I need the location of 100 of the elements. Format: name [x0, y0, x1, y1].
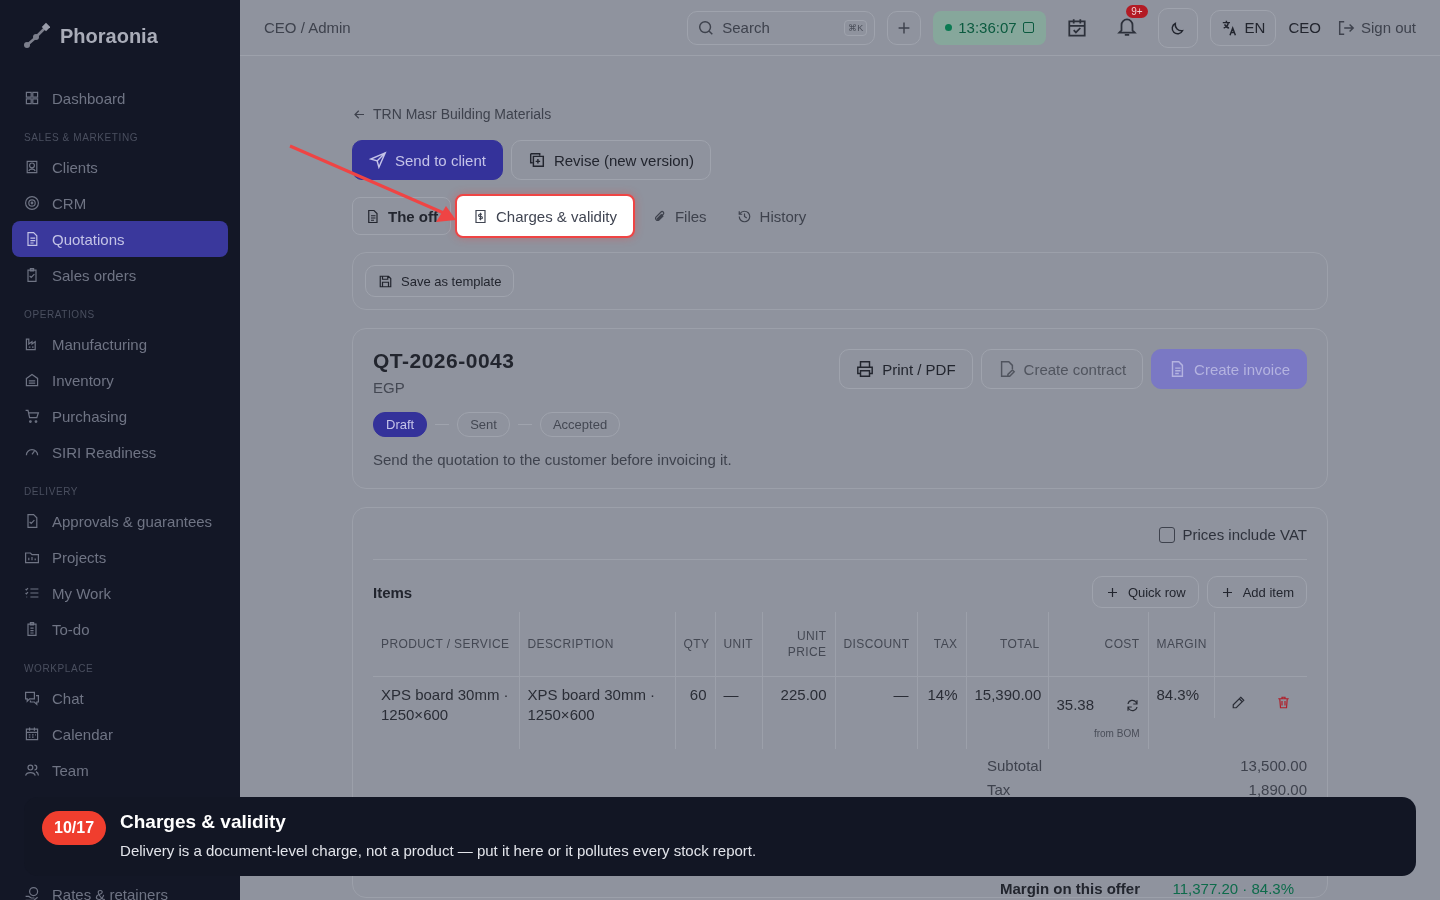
- tab[interactable]: History: [723, 197, 820, 235]
- quote-number: QT-2026-0043: [373, 349, 515, 373]
- timer-button[interactable]: 13:36:07: [933, 10, 1046, 45]
- column-header: COST: [1048, 612, 1148, 677]
- search-icon: [697, 18, 716, 37]
- quick-row-button[interactable]: Quick row: [1091, 576, 1199, 608]
- items-title: Items: [373, 583, 413, 601]
- sidebar-item[interactable]: Clients: [12, 149, 228, 185]
- sidebar-item[interactable]: Purchasing: [12, 398, 228, 434]
- checklist-icon: [24, 585, 40, 601]
- total-label: Subtotal: [987, 756, 1043, 776]
- back-link[interactable]: TRN Masr Building Materials: [352, 100, 1328, 128]
- document-icon: [24, 231, 40, 247]
- column-header: DESCRIPTION: [519, 612, 675, 677]
- add-item-button[interactable]: Add item: [1206, 576, 1307, 608]
- cost-note: from BOM: [1092, 727, 1140, 741]
- history-icon: [736, 208, 752, 224]
- table-cell: XPS board 30mm · 1250×600: [519, 676, 675, 749]
- people-icon: [24, 762, 40, 778]
- user-role: CEO: [1288, 19, 1321, 36]
- shortcut-hint: ⌘K: [844, 19, 868, 36]
- tour-description: Delivery is a document-level charge, not a product — put it here or it pollutes every stock report.: [120, 842, 757, 859]
- sidebar-item[interactable]: Projects: [12, 539, 228, 575]
- sidebar-item[interactable]: Dashboard: [12, 80, 228, 116]
- status-hint: Send the quotation to the customer before invoicing it.: [373, 451, 733, 468]
- revise-button[interactable]: Revise (new version): [510, 140, 711, 180]
- table-cell: 225.00: [762, 676, 835, 749]
- column-header: TAX: [917, 612, 966, 677]
- column-header: MARGIN: [1148, 612, 1214, 677]
- grid-icon: [24, 90, 40, 106]
- status-step: Sent: [457, 412, 510, 437]
- sidebar-item[interactable]: To-do: [12, 611, 228, 647]
- vat-checkbox[interactable]: Prices include VAT: [1158, 526, 1307, 543]
- sidebar-item[interactable]: Quotations: [12, 221, 228, 257]
- currency: EGP: [373, 379, 406, 396]
- status-step: Draft: [373, 412, 428, 437]
- chat-icon: [24, 690, 40, 706]
- save-template-button[interactable]: Save as template: [365, 265, 515, 297]
- section-heading: OPERATIONS: [23, 308, 96, 322]
- calendar-icon: [24, 726, 40, 742]
- column-header: UNIT PRICE: [762, 612, 835, 677]
- print-button[interactable]: Print / PDF: [839, 349, 973, 389]
- sidebar-item[interactable]: Sales orders: [12, 257, 228, 293]
- refresh-icon[interactable]: [1124, 697, 1140, 713]
- table-cell: XPS board 30mm · 1250×600: [373, 676, 519, 749]
- theme-button[interactable]: [1157, 7, 1198, 48]
- margin-label: Margin on this offer: [1000, 879, 1140, 897]
- column-header: PRODUCT / SERVICE: [373, 612, 519, 677]
- table-cell: 84.3%: [1148, 676, 1214, 749]
- breadcrumb: CEO / Admin: [264, 19, 351, 36]
- logo-icon: [22, 22, 50, 50]
- column-header: DISCOUNT: [835, 612, 917, 677]
- clipboard-list-icon: [24, 621, 40, 637]
- section-heading: DELIVERY: [23, 485, 80, 499]
- brand-name: Phoraonia: [60, 24, 158, 48]
- language-button[interactable]: EN: [1209, 9, 1277, 46]
- section-heading: WORKPLACE: [23, 662, 95, 676]
- sidebar-item[interactable]: Inventory: [12, 362, 228, 398]
- sidebar-item[interactable]: Team: [12, 752, 228, 788]
- tab[interactable]: Charges & validity: [455, 194, 635, 238]
- copy-plus-icon: [527, 151, 546, 169]
- column-header: TOTAL: [966, 612, 1048, 677]
- document-check-icon: [24, 513, 40, 529]
- cart-icon: [24, 408, 40, 424]
- coin-icon: [24, 886, 40, 900]
- translate-icon: [1220, 18, 1239, 37]
- document-icon: [365, 208, 380, 224]
- tab[interactable]: Files: [638, 197, 720, 235]
- table-cell: 60: [675, 676, 715, 749]
- edit-icon[interactable]: [1231, 695, 1246, 710]
- send-button[interactable]: Send to client: [352, 140, 503, 180]
- notification-badge: 9+: [1126, 4, 1148, 18]
- total-value: 13,500.00: [1240, 756, 1307, 776]
- column-header: UNIT: [715, 612, 762, 677]
- sidebar-item[interactable]: Calendar: [12, 716, 228, 752]
- cost-value: 35.38: [1056, 695, 1095, 715]
- target-icon: [24, 195, 40, 211]
- sidebar-item[interactable]: Manufacturing: [12, 326, 228, 362]
- step-counter: 10/17: [42, 811, 107, 845]
- users-icon: [24, 159, 40, 175]
- margin-value: 11,377.20 · 84.3%: [1172, 879, 1294, 897]
- send-icon: [369, 151, 387, 169]
- sidebar-item[interactable]: CRM: [12, 185, 228, 221]
- sidebar-item[interactable]: Chat: [12, 680, 228, 716]
- add-button[interactable]: [887, 10, 922, 45]
- warehouse-icon: [24, 372, 40, 388]
- calendar-icon[interactable]: [1065, 16, 1088, 39]
- section-heading: SALES & MARKETING: [23, 131, 140, 145]
- sidebar-item[interactable]: Approvals & guarantees: [12, 503, 228, 539]
- total-value: 1,890.00: [1248, 780, 1307, 800]
- clipboard-icon: [24, 267, 40, 283]
- tour-title: Charges & validity: [120, 811, 287, 833]
- table-cell: 15,390.00: [966, 676, 1048, 749]
- sidebar-item[interactable]: SIRI Readiness: [12, 434, 228, 470]
- total-label: Tax: [987, 780, 1011, 800]
- table-cell: —: [715, 676, 762, 749]
- sidebar-item[interactable]: Rates & retainers: [12, 876, 228, 900]
- printer-icon: [856, 360, 875, 378]
- sign-out-link[interactable]: Sign out: [1336, 18, 1416, 37]
- sidebar-item[interactable]: My Work: [12, 575, 228, 611]
